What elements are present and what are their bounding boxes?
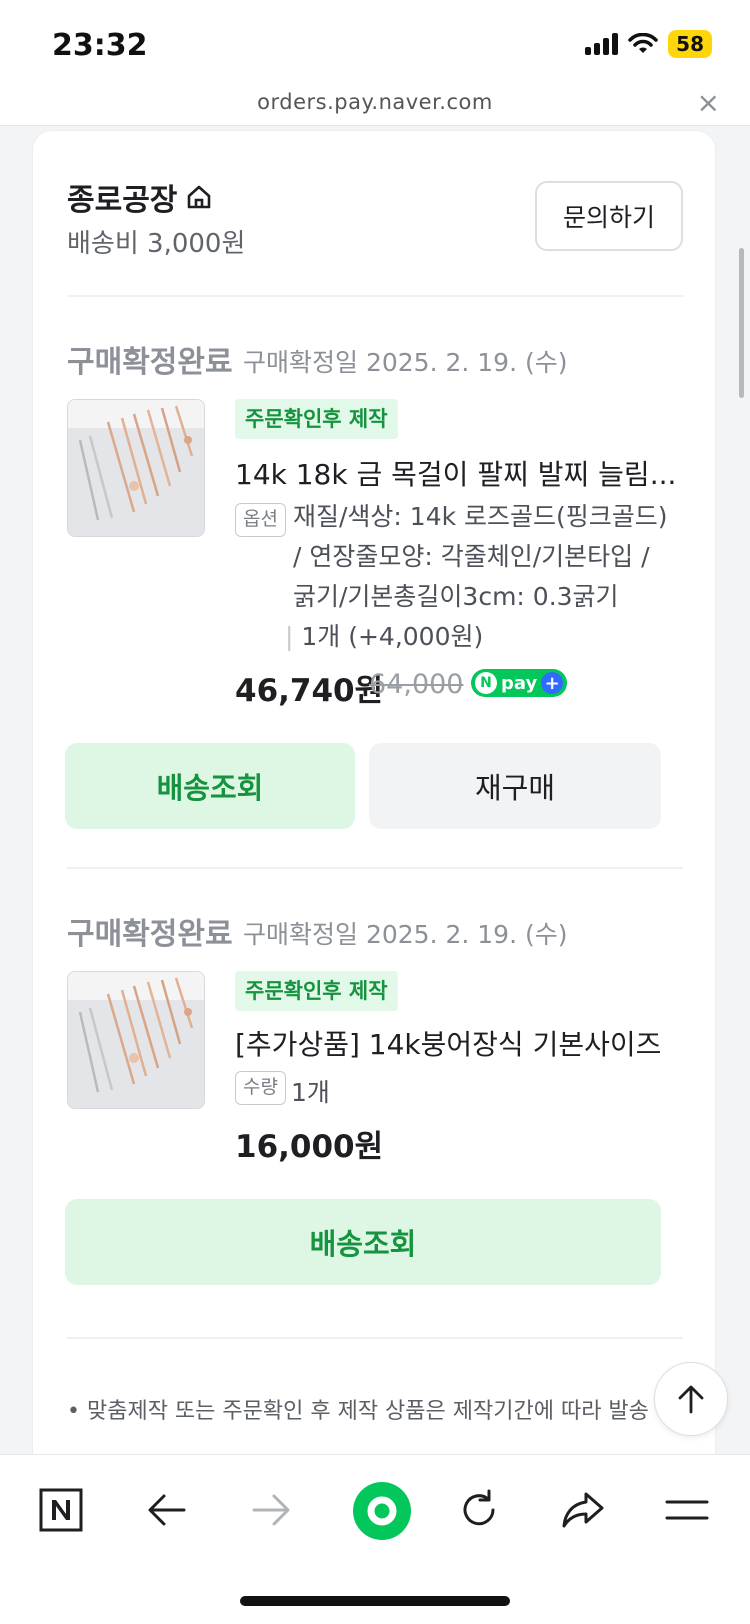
status-icons: 58 xyxy=(585,30,712,58)
share-icon xyxy=(562,1492,604,1528)
option-line: / 연장줄모양: 각줄체인/기본타입 / xyxy=(293,542,650,571)
store-header[interactable]: 종로공장 xyxy=(67,175,213,219)
option-line: 굵기/기본총길이3cm: 0.3굵기 xyxy=(293,582,619,611)
quantity-badge: 수량 xyxy=(235,1071,286,1105)
menu-button[interactable] xyxy=(652,1475,722,1545)
scroll-to-top-button[interactable] xyxy=(654,1362,728,1436)
npay-plus-badge: N pay + xyxy=(471,669,568,697)
scrollbar[interactable] xyxy=(739,248,744,398)
confirm-date: 구매확정일 2025. 2. 19. (수) xyxy=(243,920,568,949)
divider xyxy=(67,867,683,869)
original-price: 64,000 xyxy=(369,669,464,700)
menu-icon xyxy=(665,1500,709,1520)
store-name: 종로공장 xyxy=(67,183,178,218)
back-button[interactable] xyxy=(132,1475,202,1545)
inquiry-button[interactable]: 문의하기 xyxy=(535,181,683,251)
naver-home-button[interactable] xyxy=(340,1469,424,1553)
refresh-button[interactable] xyxy=(444,1475,514,1545)
option-badge: 옵션 xyxy=(235,503,286,537)
quantity: | 1개 (+4,000원) xyxy=(285,622,484,651)
price: 46,740원 xyxy=(235,673,384,709)
made-to-order-tag: 주문확인후 제작 xyxy=(235,399,398,439)
chain-jewelry-image xyxy=(68,400,204,536)
rebuy-button[interactable]: 재구매 xyxy=(369,743,661,829)
confirm-date: 구매확정일 2025. 2. 19. (수) xyxy=(243,348,568,377)
arrow-up-icon xyxy=(678,1385,704,1414)
order-status: 구매확정완료 xyxy=(67,345,233,380)
naver-n-icon: N xyxy=(475,672,497,694)
shipping-fee: 배송비 3,000원 xyxy=(67,229,246,259)
order-status: 구매확정완료 xyxy=(67,917,233,952)
chain-jewelry-image xyxy=(68,972,204,1108)
product-thumbnail[interactable] xyxy=(67,399,205,537)
forward-arrow-icon xyxy=(252,1494,290,1526)
divider xyxy=(67,295,683,297)
product-thumbnail[interactable] xyxy=(67,971,205,1109)
quantity-value: 1개 xyxy=(291,1078,330,1107)
refresh-icon xyxy=(463,1489,495,1526)
order-card: 종로공장 배송비 3,000원 문의하기 구매확정완료 구매확정일 2025. … xyxy=(32,130,716,1530)
naver-logo-button[interactable] xyxy=(26,1475,96,1545)
product-options: 재질/색상: 14k 로즈골드(핑크골드) / 연장줄모양: 각줄체인/기본타입… xyxy=(293,497,693,617)
back-arrow-icon xyxy=(148,1494,186,1526)
url-bar: orders.pay.naver.com × xyxy=(0,86,750,126)
close-icon[interactable]: × xyxy=(697,86,720,119)
npay-label: pay xyxy=(501,672,538,694)
price: 16,000원 xyxy=(235,1129,384,1165)
track-delivery-button[interactable]: 배송조회 xyxy=(65,743,355,829)
url-text[interactable]: orders.pay.naver.com xyxy=(0,90,750,114)
made-to-order-tag: 주문확인후 제작 xyxy=(235,971,398,1011)
wifi-icon xyxy=(628,33,658,53)
quantity-value: 1개 (+4,000원) xyxy=(301,622,484,651)
product-title[interactable]: 14k 18k 금 목걸이 팔찌 발찌 늘림... xyxy=(235,453,676,493)
track-delivery-button[interactable]: 배송조회 xyxy=(65,1199,661,1285)
status-time: 23:32 xyxy=(52,28,148,63)
notice-text: • 맞춤제작 또는 주문확인 후 제작 상품은 제작기간에 따라 발송 xyxy=(67,1399,649,1424)
signal-icon xyxy=(585,33,619,55)
divider xyxy=(67,1337,683,1339)
home-icon xyxy=(188,185,211,209)
product-title[interactable]: [추가상품] 14k붕어장식 기본사이즈 xyxy=(235,1023,661,1063)
naver-logo-icon xyxy=(39,1488,83,1532)
home-indicator xyxy=(240,1596,510,1606)
forward-button[interactable] xyxy=(236,1475,306,1545)
green-circle-home-icon xyxy=(353,1482,411,1540)
share-button[interactable] xyxy=(548,1475,618,1545)
battery-indicator: 58 xyxy=(668,30,712,58)
status-bar: 23:32 58 xyxy=(0,0,750,86)
option-line: 재질/색상: 14k 로즈골드(핑크골드) xyxy=(293,502,668,531)
plus-icon: + xyxy=(541,672,564,694)
